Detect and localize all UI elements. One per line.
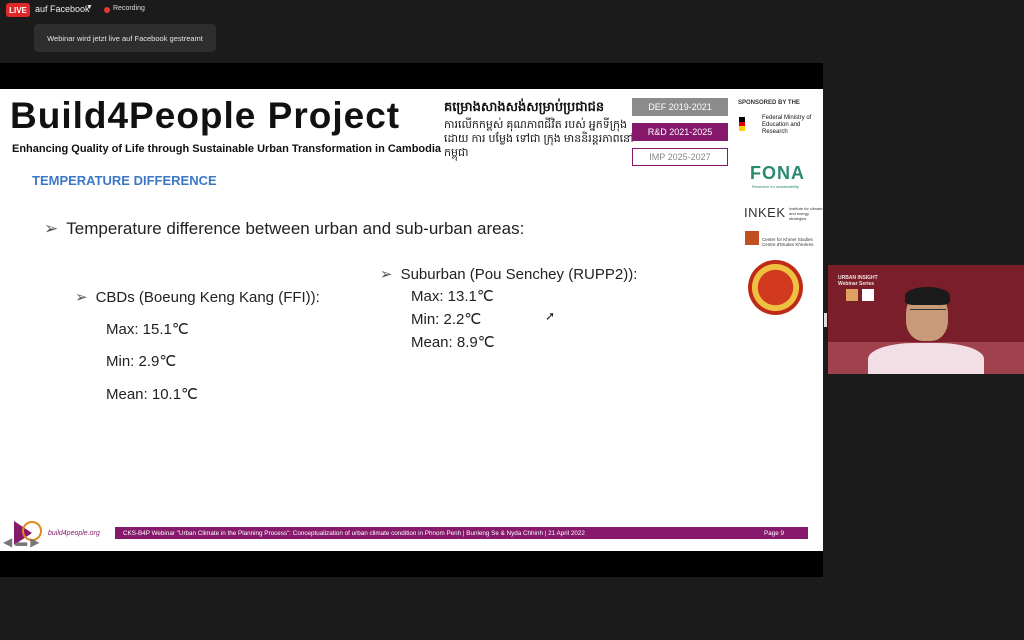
cbd-bullet: ➢ CBDs (Boeung Keng Kang (FFI)): bbox=[75, 288, 320, 306]
mouse-cursor-icon: ➚ bbox=[545, 309, 556, 323]
bmbf-logo-text: Federal Ministry of Education and Resear… bbox=[762, 115, 812, 135]
footer-text: CKS-B4P Webinar "Urban Climate in the Pl… bbox=[123, 529, 585, 537]
streaming-tooltip: Webinar wird jetzt live auf Facebook ges… bbox=[34, 24, 216, 52]
fona-tagline: Research for sustainability bbox=[752, 184, 799, 189]
fona-logo: FONA bbox=[750, 163, 805, 183]
arrow-bullet-icon: ➢ bbox=[44, 219, 59, 238]
slide-heading: TEMPERATURE DIFFERENCE bbox=[32, 173, 217, 188]
phase-rd: R&D 2021-2025 bbox=[632, 123, 728, 141]
arrow-bullet-icon: ➢ bbox=[75, 289, 88, 306]
video-logo-icon bbox=[846, 289, 858, 301]
video-series-sub: Webinar Series bbox=[838, 281, 875, 287]
splitter-handle[interactable] bbox=[824, 313, 827, 327]
stream-target-dropdown[interactable]: auf Facebook bbox=[35, 4, 90, 14]
top-bar: LIVE auf Facebook ▼ Recording bbox=[0, 0, 1024, 20]
suburban-max: Max: 13.1℃ bbox=[411, 288, 494, 305]
german-flag-icon bbox=[739, 117, 745, 131]
video-logo-icon bbox=[862, 289, 874, 301]
cbd-mean: Mean: 10.1℃ bbox=[106, 386, 198, 403]
cks-name-fr: Centre d'Etudes Khmères bbox=[762, 242, 814, 247]
website-link: build4people.org bbox=[48, 530, 100, 537]
speaker-shirt bbox=[868, 343, 984, 374]
cks-logo-text: Center for Khmer Studies Centre d'Etudes… bbox=[762, 237, 822, 247]
arrow-bullet-icon: ➢ bbox=[380, 266, 393, 283]
inkek-tagline: Institute for climate and energy strateg… bbox=[789, 206, 823, 221]
speaker-hair bbox=[905, 287, 950, 305]
speaker-video-tile[interactable]: URBAN INSIGHT Webinar Series bbox=[828, 265, 1024, 374]
cks-logo-icon bbox=[745, 231, 759, 245]
video-series-title: URBAN INSIGHT Webinar Series bbox=[838, 275, 878, 287]
speaker-glasses bbox=[910, 309, 946, 316]
main-bullet-text: Temperature difference between urban and… bbox=[66, 219, 525, 238]
slide-footer: CKS-B4P Webinar "Urban Climate in the Pl… bbox=[115, 527, 808, 539]
phase-imp: IMP 2025-2027 bbox=[632, 148, 728, 166]
cbd-max: Max: 15.1℃ bbox=[106, 321, 189, 338]
slide-title: Build4People Project bbox=[10, 95, 401, 136]
slide-subtitle: Enhancing Quality of Life through Sustai… bbox=[12, 143, 442, 155]
inkek-logo: INKEK bbox=[744, 205, 786, 220]
cbd-min: Min: 2.9℃ bbox=[106, 353, 177, 370]
next-slide-icon[interactable]: ▶ bbox=[30, 535, 42, 549]
khmer-title-block: គម្រោងសាងសង់សម្រាប់ប្រជាជន ការលើកកម្ពស់ … bbox=[444, 99, 636, 160]
presentation-slide: Build4People Project Enhancing Quality o… bbox=[0, 89, 823, 551]
recording-label: Recording bbox=[113, 5, 145, 12]
cbd-label: CBDs (Boeung Keng Kang (FFI)): bbox=[95, 289, 320, 306]
khmer-subtitle: ការលើកកម្ពស់ គុណភាពជីវិត របស់ អ្នកទីក្រុ… bbox=[444, 119, 634, 159]
suburban-bullet: ➢ Suburban (Pou Senchey (RUPP2)): bbox=[380, 265, 637, 283]
khmer-title: គម្រោងសាងសង់សម្រាប់ប្រជាជន bbox=[444, 99, 605, 114]
ministry-seal-icon bbox=[748, 260, 803, 315]
suburban-label: Suburban (Pou Senchey (RUPP2)): bbox=[400, 266, 638, 283]
suburban-min: Min: 2.2℃ bbox=[411, 311, 482, 328]
suburban-mean: Mean: 8.9℃ bbox=[411, 334, 495, 351]
page-number: Page 9 bbox=[764, 529, 784, 537]
recording-dot-icon bbox=[104, 7, 110, 13]
slide-menu-icon[interactable]: ▬ bbox=[15, 535, 30, 549]
live-badge: LIVE bbox=[6, 3, 30, 17]
slide-navigation[interactable]: ◀▬▶ bbox=[3, 535, 42, 549]
chevron-down-icon[interactable]: ▼ bbox=[86, 4, 93, 11]
sponsored-by-label: SPONSORED BY THE bbox=[738, 100, 800, 106]
phase-def: DEF 2019-2021 bbox=[632, 98, 728, 116]
prev-slide-icon[interactable]: ◀ bbox=[3, 535, 15, 549]
main-bullet: ➢ Temperature difference between urban an… bbox=[44, 219, 524, 239]
